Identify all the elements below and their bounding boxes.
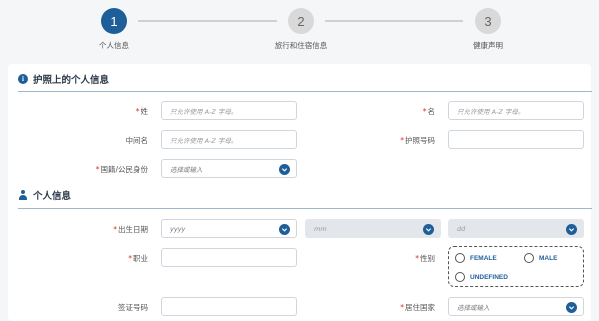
birth-year-value: yyyy [170, 224, 186, 233]
visa-number-input[interactable] [161, 297, 297, 316]
middle-name-label: 中间名 [125, 136, 149, 145]
birth-day-value: dd [457, 224, 466, 233]
birth-month-select[interactable]: mm [305, 219, 441, 238]
gender-option-undefined[interactable]: UNDEFINED [455, 272, 508, 282]
visa-number-label: 签证号码 [118, 303, 148, 312]
passport-number-input[interactable] [448, 130, 584, 149]
required-marker: * [400, 303, 404, 312]
radio-button[interactable] [455, 272, 465, 282]
section-divider [18, 208, 592, 209]
nationality-label: *国籍/公民身份 [95, 165, 148, 174]
birth-day-select[interactable]: dd [448, 219, 584, 238]
step-connector [325, 20, 463, 22]
step-1-circle[interactable]: 1 [101, 8, 127, 34]
required-marker: * [135, 107, 140, 116]
required-marker: * [400, 136, 404, 145]
surname-input[interactable]: 只允许使用 A-Z 字母。 [161, 101, 297, 120]
progress-stepper: 1 2 3 个人信息 旅行和住宿信息 健康声明 [0, 0, 599, 62]
form-page: 1 2 3 个人信息 旅行和住宿信息 健康声明 i 护照上的个人信息 *姓 只允… [0, 0, 599, 321]
section-divider [18, 91, 592, 92]
radio-button[interactable] [524, 253, 534, 263]
form-card: i 护照上的个人信息 *姓 只允许使用 A-Z 字母。 *名 只允许使用 A-Z… [8, 64, 592, 321]
required-marker: * [95, 165, 100, 174]
step-3-circle[interactable]: 3 [475, 8, 501, 34]
chevron-down-icon[interactable] [566, 224, 577, 235]
gender-label: *性别 [415, 254, 435, 263]
residence-country-placeholder: 选择或输入 [457, 303, 490, 312]
section-passport-heading: i 护照上的个人信息 [18, 72, 109, 86]
passport-number-label: *护照号码 [400, 136, 435, 145]
step-connector [138, 20, 277, 22]
required-marker: * [422, 107, 427, 116]
step-3-label: 健康声明 [473, 41, 503, 50]
step-1-label: 个人信息 [99, 41, 129, 50]
occupation-label: *职业 [128, 254, 148, 263]
step-2-circle[interactable]: 2 [288, 8, 314, 34]
occupation-input[interactable] [161, 248, 297, 267]
gender-option-male[interactable]: MALE [524, 253, 557, 263]
surname-label: *姓 [135, 107, 148, 116]
step-2-label: 旅行和住宿信息 [274, 41, 328, 50]
section-personal-heading: 个人信息 [18, 188, 71, 202]
gender-option-female[interactable]: FEMALE [455, 253, 497, 263]
section-personal-title: 个人信息 [33, 191, 72, 202]
chevron-down-icon[interactable] [423, 224, 434, 235]
chevron-down-icon[interactable] [279, 224, 290, 235]
residence-country-label: *居住国家 [400, 303, 435, 312]
birth-month-value: mm [314, 224, 327, 233]
gender-radio-group: FEMALE MALE UNDEFINED [448, 246, 584, 287]
chevron-down-icon[interactable] [279, 164, 290, 175]
birth-year-select[interactable]: yyyy [161, 219, 297, 238]
middle-name-input[interactable]: 只允许使用 A-Z 字母。 [161, 130, 297, 149]
given-name-input[interactable]: 只允许使用 A-Z 字母。 [448, 101, 584, 120]
section-passport-title: 护照上的个人信息 [33, 75, 110, 86]
person-icon [18, 190, 28, 200]
radio-button[interactable] [455, 253, 465, 263]
required-marker: * [128, 254, 132, 263]
given-name-label: *名 [422, 107, 435, 116]
info-icon: i [18, 74, 28, 84]
birth-date-label: *出生日期 [113, 225, 148, 234]
required-marker: * [415, 254, 419, 263]
nationality-placeholder: 选择或输入 [170, 165, 203, 174]
residence-country-select[interactable]: 选择或输入 [448, 297, 584, 316]
chevron-down-icon[interactable] [566, 302, 577, 313]
required-marker: * [113, 225, 117, 234]
nationality-select[interactable]: 选择或输入 [161, 159, 297, 178]
